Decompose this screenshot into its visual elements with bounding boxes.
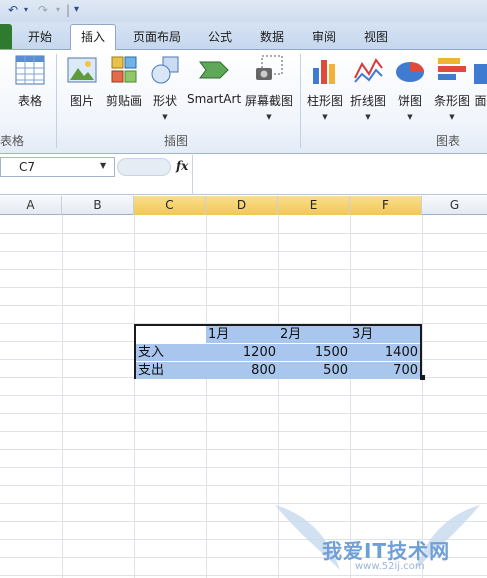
selected-range[interactable]: 1月 2月 3月 支入 1200 1500 1400 支出 800 500 70… — [134, 324, 422, 379]
shapes-button-label: 形状 — [152, 94, 177, 108]
column-chart-button[interactable]: 柱形图 ▼ — [304, 54, 346, 121]
cell-E-header[interactable]: 2月 — [278, 326, 350, 343]
tab-formulas[interactable]: 公式 — [198, 28, 242, 48]
column-header-B[interactable]: B — [62, 196, 134, 215]
column-chart-label: 柱形图 — [306, 94, 343, 108]
bar-chart-label: 条形图 — [433, 94, 470, 108]
cell-value[interactable]: 700 — [350, 362, 420, 379]
cell-value[interactable]: 1400 — [350, 344, 420, 361]
watermark-url: www.52ij.com — [355, 561, 425, 572]
column-chart-dropdown-icon[interactable]: ▼ — [304, 113, 346, 121]
screenshot-dropdown-icon[interactable]: ▼ — [243, 113, 295, 121]
pie-chart-button[interactable]: 饼图 ▼ — [390, 54, 430, 121]
name-box[interactable]: C7 — [0, 157, 115, 177]
line-chart-label: 折线图 — [349, 94, 386, 108]
screenshot-button[interactable]: 屏幕截图 ▼ — [243, 54, 295, 121]
picture-icon — [66, 54, 98, 86]
fill-handle[interactable] — [420, 375, 425, 380]
tab-home[interactable]: 开始 — [18, 28, 62, 48]
line-chart-dropdown-icon[interactable]: ▼ — [347, 113, 389, 121]
column-header-D[interactable]: D — [206, 196, 278, 215]
smartart-button[interactable]: SmartArt — [187, 54, 241, 106]
cell-row-label[interactable]: 支入 — [136, 344, 206, 361]
line-chart-icon — [352, 54, 384, 86]
cell-C-header[interactable] — [136, 326, 206, 343]
area-chart-icon — [474, 54, 487, 86]
group-label-illustrations: 插图 — [164, 134, 189, 148]
group-separator — [300, 54, 301, 148]
name-box-dropdown-icon[interactable]: ▼ — [100, 157, 112, 175]
tab-data[interactable]: 数据 — [250, 28, 294, 48]
formula-bar: C7 ▼ fx — [0, 155, 487, 195]
column-header-A[interactable]: A — [0, 196, 62, 215]
tab-page-layout[interactable]: 页面布局 — [124, 28, 190, 48]
picture-button-label: 图片 — [69, 94, 94, 108]
smartart-button-label: SmartArt — [187, 92, 242, 106]
column-chart-icon — [309, 54, 341, 86]
cell-value[interactable]: 1200 — [206, 344, 278, 361]
pie-chart-dropdown-icon[interactable]: ▼ — [390, 113, 430, 121]
clipart-button[interactable]: 剪贴画 — [104, 54, 144, 109]
column-header-C[interactable]: C — [134, 196, 206, 215]
insert-function-icon[interactable]: fx — [176, 159, 188, 173]
group-separator — [56, 54, 57, 148]
area-chart-label: 面 — [474, 94, 487, 108]
watermark-text: 我爱IT技术网 — [322, 539, 451, 563]
line-chart-button[interactable]: 折线图 ▼ — [347, 54, 389, 121]
clipart-icon — [108, 54, 140, 86]
ribbon-insert: 表格 表格 图片 剪贴画 形状 ▼ SmartArt 屏幕截图 ▼ 插图 柱形图… — [0, 50, 487, 154]
table-button[interactable]: 表格 — [8, 54, 52, 109]
shapes-button[interactable]: 形状 ▼ — [147, 54, 183, 121]
redo-dropdown-icon[interactable]: ▾ — [56, 2, 60, 18]
redo-icon[interactable]: ↷ — [38, 2, 48, 18]
smartart-icon — [198, 54, 230, 86]
formula-input[interactable] — [192, 155, 487, 195]
undo-dropdown-icon[interactable]: ▾ — [24, 2, 28, 18]
pie-chart-label: 饼图 — [397, 94, 422, 108]
cell-value[interactable]: 1500 — [278, 344, 350, 361]
tab-review[interactable]: 审阅 — [302, 28, 346, 48]
column-header-G[interactable]: G — [422, 196, 487, 215]
cell-value[interactable]: 500 — [278, 362, 350, 379]
group-label-charts: 图表 — [436, 134, 461, 148]
bar-chart-button[interactable]: 条形图 ▼ — [430, 54, 474, 121]
tab-file[interactable] — [0, 24, 12, 49]
pie-chart-icon — [394, 54, 426, 86]
shapes-dropdown-icon[interactable]: ▼ — [147, 113, 183, 121]
cell-value[interactable]: 800 — [206, 362, 278, 379]
cell-F-header[interactable]: 3月 — [350, 326, 420, 343]
clipart-button-label: 剪贴画 — [105, 94, 142, 108]
column-headers: A B C D E F G — [0, 196, 487, 215]
tab-view[interactable]: 视图 — [354, 28, 398, 48]
screenshot-button-label: 屏幕截图 — [244, 94, 293, 108]
table-icon — [14, 54, 46, 86]
undo-icon[interactable]: ↶ — [8, 2, 18, 18]
area-chart-button[interactable]: 面 — [474, 54, 487, 109]
bar-chart-icon — [436, 54, 468, 86]
customize-qat-icon[interactable]: ▾ — [74, 2, 79, 18]
bar-chart-dropdown-icon[interactable]: ▼ — [430, 113, 474, 121]
column-header-F[interactable]: F — [350, 196, 422, 215]
cell-row-label[interactable]: 支出 — [136, 362, 206, 379]
screenshot-icon — [253, 54, 285, 86]
tab-insert[interactable]: 插入 — [70, 24, 116, 51]
picture-button[interactable]: 图片 — [62, 54, 102, 109]
column-header-E[interactable]: E — [278, 196, 350, 215]
formula-bar-grip[interactable] — [117, 158, 171, 176]
group-label-tables: 表格 — [0, 134, 25, 148]
quick-access-toolbar: ↶ ▾ ↷ ▾ | ▾ — [0, 0, 487, 22]
shapes-icon — [149, 54, 181, 86]
toolbar-separator: | — [66, 3, 71, 17]
table-button-label: 表格 — [17, 94, 42, 108]
ribbon-tabs: 开始 插入 页面布局 公式 数据 审阅 视图 — [0, 22, 487, 51]
cell-D-header[interactable]: 1月 — [206, 326, 278, 343]
